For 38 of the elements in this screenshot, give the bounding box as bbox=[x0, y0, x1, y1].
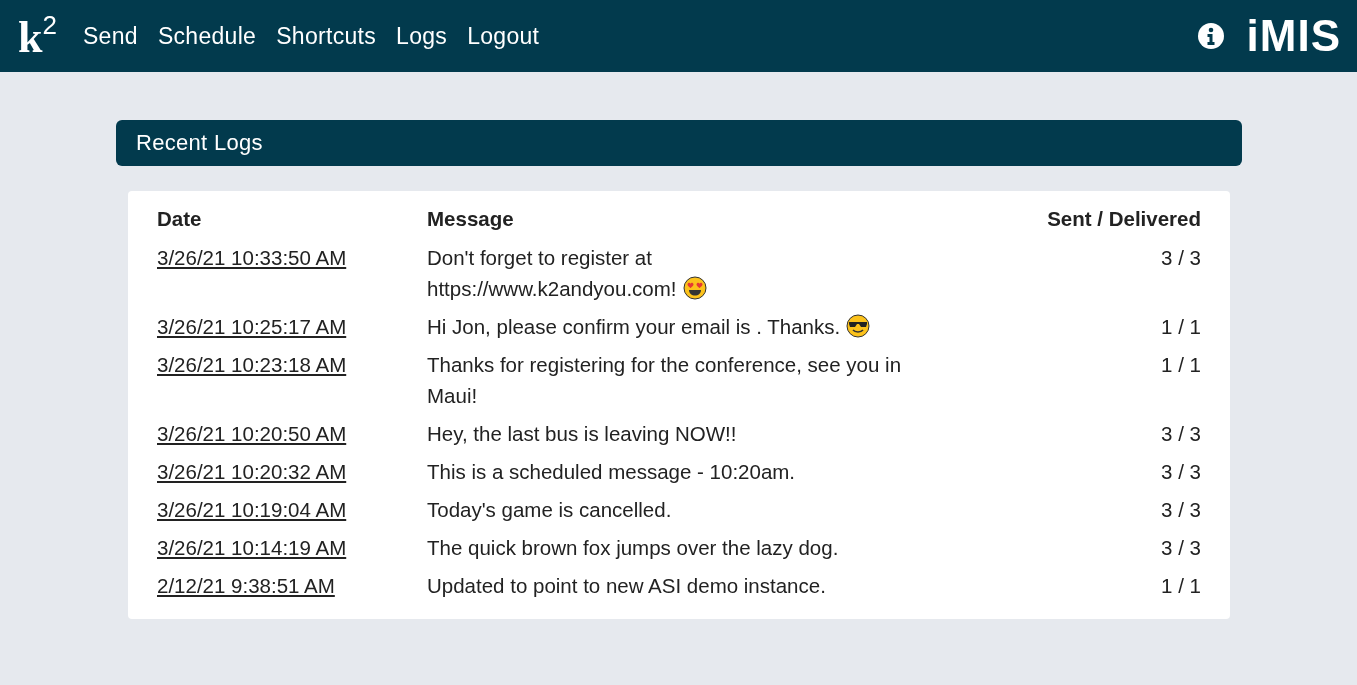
log-message: Thanks for registering for the conference, see you in Maui! bbox=[427, 353, 902, 407]
sent-delivered-count: 1 / 1 bbox=[1161, 315, 1201, 338]
nav-link[interactable]: Shortcuts bbox=[276, 22, 377, 50]
log-message: This is a scheduled message - 10:20am. bbox=[427, 460, 796, 483]
log-message: Hi Jon, please confirm your email is . Thanks. bbox=[427, 315, 841, 338]
nav-link[interactable]: Schedule bbox=[157, 22, 257, 50]
sent-delivered-count: 3 / 3 bbox=[1161, 460, 1201, 483]
info-icon[interactable] bbox=[1196, 22, 1225, 50]
log-message: Don't forget to register at https://www.k2andyou.com! bbox=[427, 246, 677, 300]
log-date-link[interactable]: 2/12/21 9:38:51 AM bbox=[157, 574, 335, 597]
heart-eyes-emoji-icon bbox=[682, 276, 707, 300]
log-date-link[interactable]: 3/26/21 10:20:50 AM bbox=[157, 422, 347, 445]
sent-delivered-count: 1 / 1 bbox=[1161, 353, 1201, 376]
log-date-link[interactable]: 3/26/21 10:33:50 AM bbox=[157, 246, 347, 269]
sent-delivered-count: 3 / 3 bbox=[1161, 536, 1201, 559]
log-date-link[interactable]: 3/26/21 10:23:18 AM bbox=[157, 353, 347, 376]
log-message: Updated to point to new ASI demo instance. bbox=[427, 574, 826, 597]
log-date-link[interactable]: 3/26/21 10:25:17 AM bbox=[157, 315, 347, 338]
imis-logo: iMIS bbox=[1246, 14, 1341, 58]
nav-link[interactable]: Send bbox=[82, 22, 138, 50]
sent-delivered-count: 3 / 3 bbox=[1161, 422, 1201, 445]
log-message: The quick brown fox jumps over the lazy dog. bbox=[427, 536, 839, 559]
sunglasses-emoji-icon bbox=[846, 314, 871, 338]
nav-link[interactable]: Logs bbox=[396, 22, 448, 50]
panel-title: Recent Logs bbox=[116, 120, 1242, 166]
log-date-link[interactable]: 3/26/21 10:14:19 AM bbox=[157, 536, 347, 559]
column-header: Message bbox=[427, 206, 515, 232]
log-message: Hey, the last bus is leaving NOW!! bbox=[427, 422, 737, 445]
sent-delivered-count: 1 / 1 bbox=[1161, 574, 1201, 597]
column-header: Date bbox=[157, 206, 203, 232]
sent-delivered-count: 3 / 3 bbox=[1161, 246, 1201, 269]
sent-delivered-count: 3 / 3 bbox=[1161, 498, 1201, 521]
k2-logo[interactable]: k$^{2}$ bbox=[18, 12, 57, 60]
log-date-link[interactable]: 3/26/21 10:20:32 AM bbox=[157, 460, 347, 483]
column-header: Sent / Delivered bbox=[1046, 206, 1201, 232]
log-message: Today's game is cancelled. bbox=[427, 498, 672, 521]
log-date-link[interactable]: 3/26/21 10:19:04 AM bbox=[157, 498, 347, 521]
nav-link[interactable]: Logout bbox=[467, 22, 540, 50]
